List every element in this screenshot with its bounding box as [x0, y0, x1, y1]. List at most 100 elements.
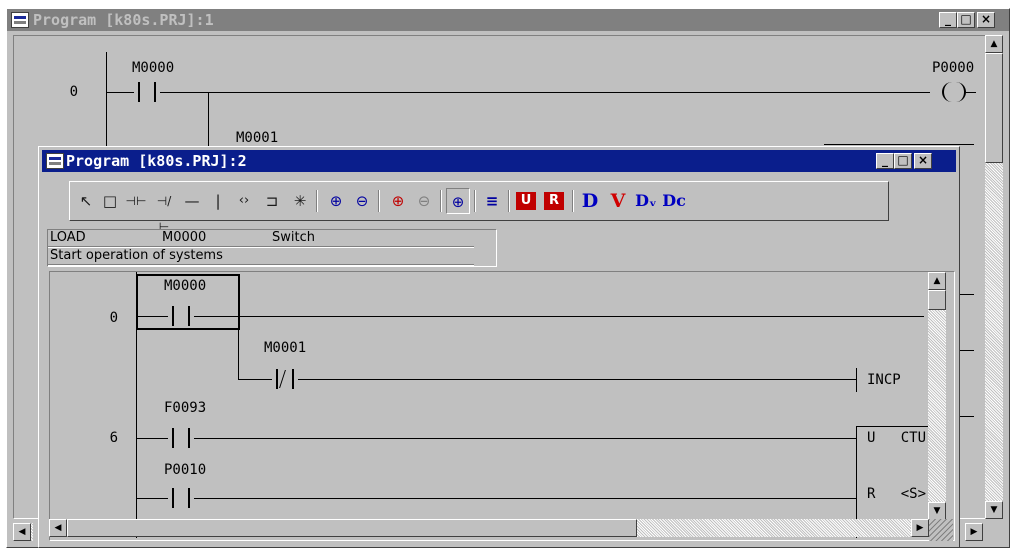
contact-label: M0001	[236, 130, 279, 146]
no-contact-icon[interactable]: ⊣⊢	[124, 188, 148, 214]
scroll-up-button[interactable]: ▲	[985, 35, 1003, 53]
maximize-button[interactable]: □	[957, 12, 975, 28]
rung-wire	[160, 92, 930, 93]
zoom-out-gray-icon[interactable]: ⊖	[412, 188, 436, 214]
comment-text: Switch	[272, 230, 315, 245]
close-button[interactable]: ×	[914, 153, 932, 169]
monitor-r-icon[interactable]: R	[544, 192, 564, 210]
resize-grip[interactable]	[929, 519, 953, 541]
rung-wire	[298, 379, 856, 380]
horizontal-scrollbar[interactable]: ◀ ▶	[49, 519, 929, 537]
rung-wire	[194, 498, 856, 499]
toolbar-separator	[378, 190, 380, 212]
output-coil[interactable]	[942, 82, 966, 102]
zoom-fit-icon[interactable]: ⊕	[446, 188, 470, 214]
rung-wire	[238, 379, 272, 380]
scroll-up-button[interactable]: ▲	[928, 272, 946, 290]
row-number: 0	[109, 310, 118, 326]
program-icon	[11, 12, 29, 28]
row-number: 0	[69, 84, 78, 100]
d-icon[interactable]: D	[578, 188, 602, 214]
instruction-info-panel: LOAD M0000 Switch Start operation of sys…	[47, 229, 497, 267]
no-contact[interactable]	[168, 488, 194, 508]
window-title: Program [k80s.PRJ]:2	[66, 152, 247, 170]
contact-label: M0000	[164, 278, 207, 294]
incp-function-box[interactable]: INCP	[856, 368, 928, 392]
rung-wire	[194, 316, 924, 317]
toolbar-separator	[440, 190, 442, 212]
nc-contact-icon[interactable]: ⊣/⊢	[152, 188, 176, 234]
zoom-in-red-icon[interactable]: ⊕	[386, 188, 410, 214]
toolbar-separator	[316, 190, 318, 212]
program-window-2[interactable]: Program [k80s.PRJ]:2 _ □ × ↖ □ ⊣⊢ ⊣/⊢ — …	[38, 146, 960, 548]
scroll-thumb[interactable]	[928, 290, 946, 310]
vertical-line-icon[interactable]: |	[206, 188, 230, 214]
scroll-left-button[interactable]: ◀	[49, 519, 67, 537]
minimize-icon: _	[945, 12, 951, 26]
program-icon	[46, 153, 64, 169]
coil-label: P0000	[932, 60, 975, 76]
no-contact[interactable]	[168, 306, 194, 326]
nc-contact[interactable]	[272, 369, 298, 389]
close-button[interactable]: ×	[977, 12, 995, 28]
zoom-in-icon[interactable]: ⊕	[324, 188, 348, 214]
toolbar-separator	[474, 190, 476, 212]
counter-up-label: U CTU	[867, 430, 927, 446]
function-block-icon[interactable]: ⊐	[260, 188, 284, 214]
minimize-icon: _	[882, 153, 888, 167]
asterisk-icon[interactable]: ✳	[288, 188, 312, 214]
contact-label: P0010	[164, 462, 207, 478]
maximize-icon: □	[897, 153, 909, 167]
v-icon[interactable]: V	[606, 188, 630, 214]
close-icon: ×	[917, 153, 929, 167]
rung-wire	[194, 438, 856, 439]
row-number: 6	[109, 430, 118, 446]
align-icon[interactable]: ≡	[480, 188, 504, 214]
instruction-text: LOAD	[50, 230, 86, 245]
ladder-editor-2[interactable]: 0 6 M0000 M0001 INCP F0093 U CTU R <S> P…	[49, 271, 955, 541]
counter-reset-label: R <S>	[867, 486, 927, 502]
branch-wire	[238, 316, 239, 380]
horizontal-scrollbar[interactable]: ◀	[13, 523, 33, 541]
maximize-button[interactable]: □	[894, 153, 912, 169]
zoom-out-icon[interactable]: ⊖	[350, 188, 374, 214]
minimize-button[interactable]: _	[939, 12, 957, 28]
function-label: INCP	[867, 372, 901, 388]
scroll-down-button[interactable]: ▼	[985, 501, 1003, 519]
rectangle-icon[interactable]: □	[98, 188, 122, 214]
rung-wire	[136, 498, 168, 499]
scroll-right-button[interactable]: ▶	[911, 519, 929, 537]
no-contact[interactable]	[134, 82, 160, 102]
toolbar: ↖ □ ⊣⊢ ⊣/⊢ — | ‹› ⊐ ✳ ⊕ ⊖ ⊕ ⊖ ⊕ ≡ U R D …	[69, 181, 889, 234]
minimize-button[interactable]: _	[876, 153, 894, 169]
monitor-u-icon[interactable]: U	[516, 192, 536, 210]
dc-icon[interactable]: Dc	[662, 188, 686, 214]
title-bar[interactable]: Program [k80s.PRJ]:2 _ □ ×	[42, 150, 956, 172]
description-text: Start operation of systems	[50, 248, 223, 263]
scroll-down-button[interactable]: ▼	[928, 502, 946, 520]
scroll-left-button[interactable]: ◀	[13, 523, 31, 541]
rung-wire	[136, 438, 168, 439]
horizontal-line-icon[interactable]: —	[180, 188, 204, 214]
vertical-scrollbar[interactable]: ▲ ▼	[985, 35, 1003, 519]
no-contact[interactable]	[168, 428, 194, 448]
rung-wire	[136, 316, 168, 317]
scroll-right-button[interactable]: ▶	[965, 523, 983, 541]
dv-icon[interactable]: Dᵥ	[634, 188, 658, 214]
operand-text: M0000	[162, 230, 207, 245]
scroll-thumb[interactable]	[985, 53, 1003, 163]
scroll-thumb[interactable]	[67, 519, 637, 537]
rung-wire	[824, 144, 974, 145]
window-title: Program [k80s.PRJ]:1	[33, 11, 214, 29]
select-arrow-icon[interactable]: ↖	[74, 188, 98, 214]
toolbar-separator	[508, 190, 510, 212]
contact-label: M0001	[264, 340, 307, 356]
close-icon: ×	[980, 12, 992, 26]
toolbar-separator	[572, 190, 574, 212]
vertical-scrollbar[interactable]: ▲ ▼	[928, 272, 946, 520]
rung-wire	[106, 92, 134, 93]
rung-wire	[966, 92, 976, 93]
coil-icon[interactable]: ‹›	[232, 188, 256, 214]
title-bar[interactable]: Program [k80s.PRJ]:1 _ □ ×	[7, 9, 1009, 31]
contact-label: F0093	[164, 400, 207, 416]
